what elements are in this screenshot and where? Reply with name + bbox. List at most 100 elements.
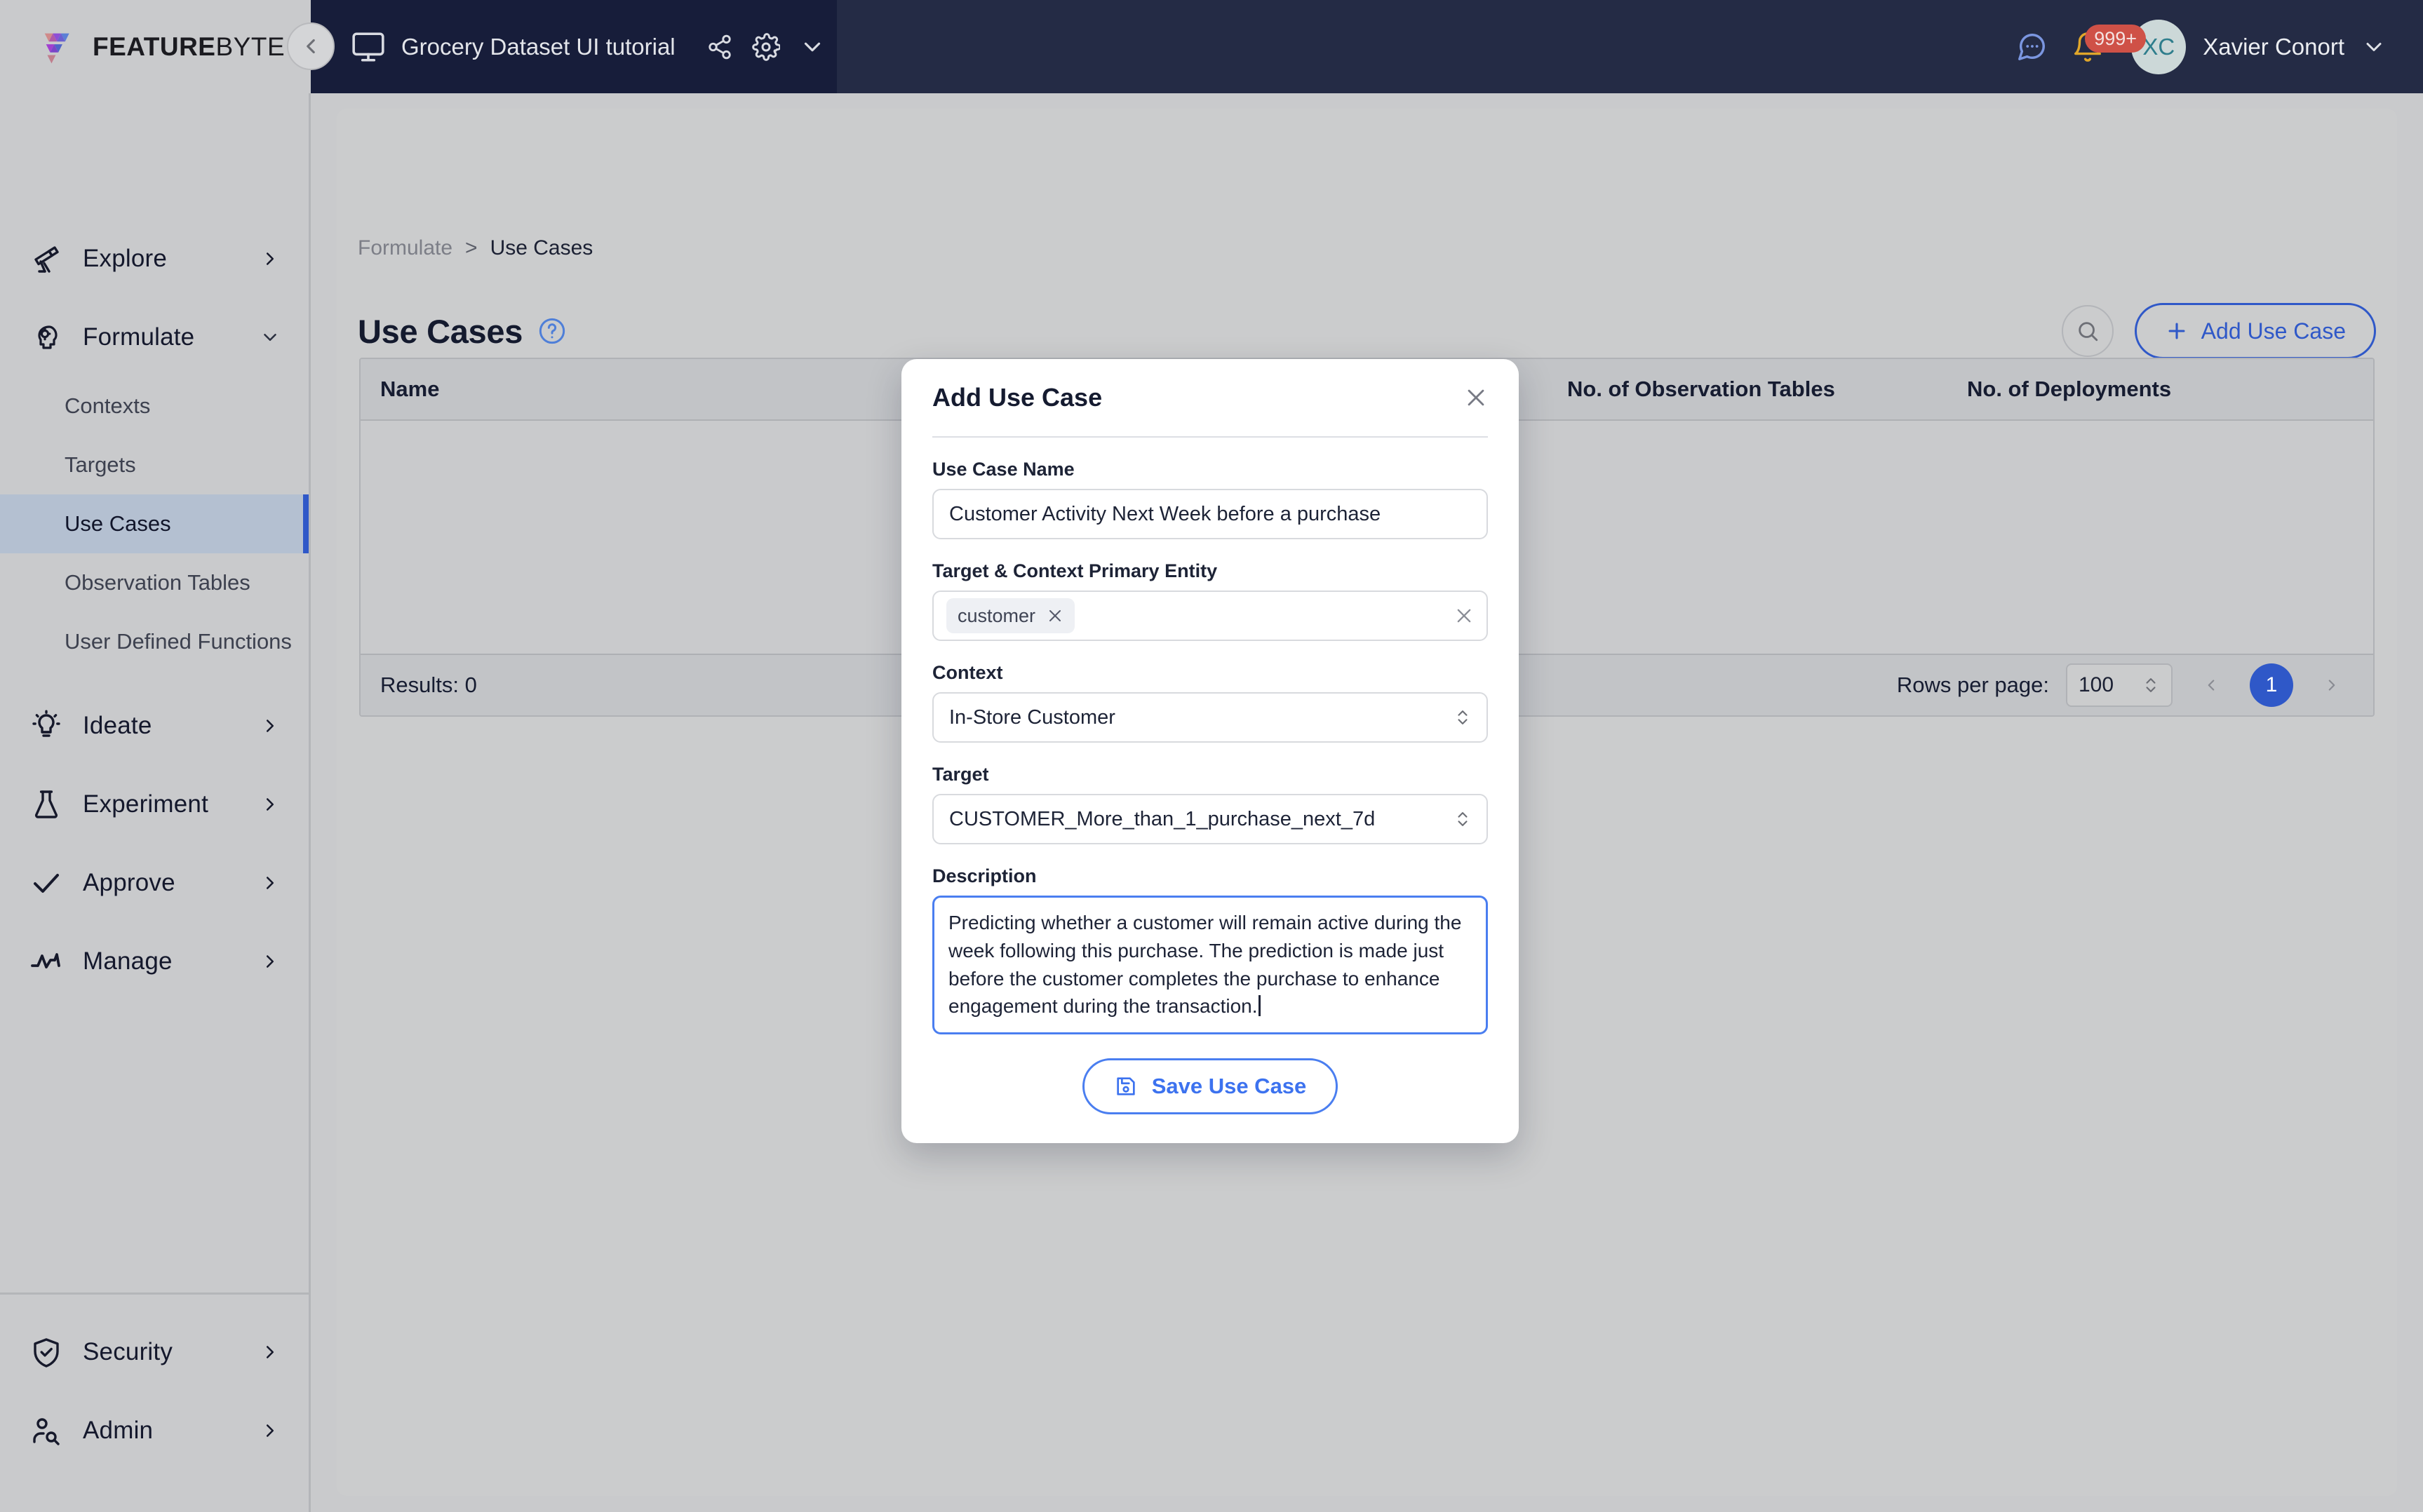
chevron-right-icon-wrap[interactable] <box>260 794 281 815</box>
sidebar-item-approve[interactable]: Approve <box>0 844 309 922</box>
add-use-case-dialog: Add Use Case Use Case Name Customer Acti… <box>901 359 1519 1143</box>
sidebar-item-security[interactable]: Security <box>0 1313 309 1391</box>
description-textarea[interactable]: Predicting whether a customer will remai… <box>932 896 1488 1034</box>
gear-icon <box>751 32 780 61</box>
chevron-right-icon-wrap[interactable] <box>260 872 281 893</box>
workspace-group: Grocery Dataset UI tutorial <box>351 0 835 93</box>
field-label: Context <box>932 662 1003 683</box>
sidebar-subitem-label: Contexts <box>65 393 151 418</box>
field-label: Target <box>932 764 989 785</box>
column-header-observation-tables[interactable]: No. of Observation Tables <box>1567 377 1967 402</box>
pagination-page-1[interactable]: 1 <box>2250 663 2293 707</box>
sidebar-item-use-cases[interactable]: Use Cases <box>0 494 309 553</box>
sidebar-collapse-button[interactable] <box>287 22 335 70</box>
chevron-right-icon <box>267 955 274 968</box>
primary-entity-input[interactable]: customer <box>932 590 1488 641</box>
sidebar-item-manage[interactable]: Manage <box>0 922 309 1001</box>
workspace-actions <box>697 24 835 70</box>
sidebar-item-experiment[interactable]: Experiment <box>0 765 309 844</box>
context-value: In-Store Customer <box>949 706 1115 729</box>
page-header-actions: Add Use Case <box>2061 303 2376 359</box>
share-icon <box>708 34 731 59</box>
shield-check-icon <box>34 1338 59 1368</box>
user-menu-button[interactable] <box>2361 34 2387 60</box>
entity-chip-remove-button[interactable] <box>1047 607 1063 624</box>
workspace-title[interactable]: Grocery Dataset UI tutorial <box>401 34 676 60</box>
sidebar-item-observation-tables[interactable]: Observation Tables <box>0 553 309 612</box>
dialog-header: Add Use Case <box>932 359 1488 438</box>
brand-name-bold: FEATURE <box>93 32 216 61</box>
sidebar-item-targets[interactable]: Targets <box>0 436 309 494</box>
results-count: Results: 0 <box>380 673 477 697</box>
plus-icon <box>2168 323 2185 339</box>
dialog-footer: Save Use Case <box>932 1058 1488 1114</box>
sidebar-item-ideate[interactable]: Ideate <box>0 687 309 765</box>
chat-bubble-icon <box>2018 33 2046 60</box>
search-icon <box>2078 322 2098 342</box>
sidebar-item-label: Experiment <box>83 790 209 818</box>
sidebar-item-user-defined-functions[interactable]: User Defined Functions <box>0 612 309 671</box>
field-label: Description <box>932 865 1037 886</box>
sidebar: Explore Formulate Contexts Targets Use C… <box>0 93 311 1512</box>
chevron-right-icon-wrap[interactable] <box>260 1420 281 1441</box>
workspace-settings-button[interactable] <box>743 24 789 70</box>
flask-icon <box>35 790 58 818</box>
rows-per-page-select[interactable]: 100 <box>2066 663 2173 707</box>
sidebar-item-label: Security <box>83 1338 173 1365</box>
sidebar-item-admin[interactable]: Admin <box>0 1391 309 1470</box>
help-button[interactable] <box>538 317 566 345</box>
chevron-right-icon-wrap[interactable] <box>260 248 281 269</box>
share-button[interactable] <box>697 24 743 70</box>
chevron-left-icon <box>307 39 315 54</box>
sidebar-item-explore[interactable]: Explore <box>0 220 309 298</box>
chevron-right-icon <box>267 1424 274 1437</box>
featurebyte-logo-icon <box>44 33 69 63</box>
add-use-case-label: Add Use Case <box>2201 318 2346 344</box>
primary-entity-clear-button[interactable] <box>1454 606 1474 626</box>
breadcrumb-parent[interactable]: Formulate <box>358 236 452 260</box>
sidebar-item-label: Manage <box>83 947 173 975</box>
chevron-right-icon <box>267 252 274 265</box>
pagination-prev-button[interactable] <box>2189 663 2233 707</box>
rows-per-page-value: 100 <box>2079 673 2114 696</box>
dialog-close-button[interactable] <box>1464 386 1488 410</box>
save-disk-icon <box>1117 1077 1135 1095</box>
add-use-case-button[interactable]: Add Use Case <box>2134 303 2376 359</box>
chat-button[interactable] <box>2003 19 2060 75</box>
use-case-name-value: Customer Activity Next Week before a pur… <box>949 502 1381 525</box>
sidebar-subitem-label: User Defined Functions <box>65 629 292 654</box>
sidebar-item-formulate[interactable]: Formulate <box>0 298 309 377</box>
chevron-right-icon-wrap[interactable] <box>260 951 281 972</box>
breadcrumb-separator: > <box>465 236 478 259</box>
sidebar-item-label: Formulate <box>83 323 195 351</box>
user-name[interactable]: Xavier Conort <box>2203 34 2344 60</box>
sidebar-subitem-label: Observation Tables <box>65 570 250 595</box>
context-select[interactable]: In-Store Customer <box>932 692 1488 743</box>
target-select[interactable]: CUSTOMER_More_than_1_purchase_next_7d <box>932 794 1488 844</box>
page-title: Use Cases <box>358 312 523 350</box>
lightbulb-icon <box>32 710 60 737</box>
pagination: Rows per page: 100 1 <box>1897 663 2354 707</box>
column-header-deployments[interactable]: No. of Deployments <box>1967 377 2360 402</box>
use-case-name-input[interactable]: Customer Activity Next Week before a pur… <box>932 489 1488 539</box>
chevron-down-icon <box>2366 42 2382 51</box>
sidebar-subitem-label: Use Cases <box>65 511 171 536</box>
pagination-next-button[interactable] <box>2310 663 2354 707</box>
close-icon <box>1468 389 1484 406</box>
chevron-right-icon-wrap[interactable] <box>260 715 281 736</box>
chevron-right-icon <box>267 720 274 732</box>
text-cursor <box>1258 995 1261 1017</box>
rows-per-page-label: Rows per page: <box>1896 673 2049 697</box>
chevron-down-icon-wrap[interactable] <box>260 327 281 348</box>
workspace-menu-button[interactable] <box>789 24 835 70</box>
save-use-case-button[interactable]: Save Use Case <box>1082 1058 1338 1114</box>
entity-chip[interactable]: customer <box>946 598 1075 633</box>
sidebar-item-contexts[interactable]: Contexts <box>0 377 309 436</box>
chevron-right-icon-wrap[interactable] <box>260 1342 281 1363</box>
chevron-down-icon <box>804 42 820 51</box>
search-button[interactable] <box>2061 305 2114 357</box>
notifications-button[interactable]: 999+ <box>2060 19 2147 75</box>
brand-logo[interactable]: FEATUREBYTE <box>39 25 285 69</box>
chevron-right-icon <box>2328 680 2335 691</box>
top-bar: FEATUREBYTE Grocery Dataset UI tutorial <box>0 0 2423 93</box>
